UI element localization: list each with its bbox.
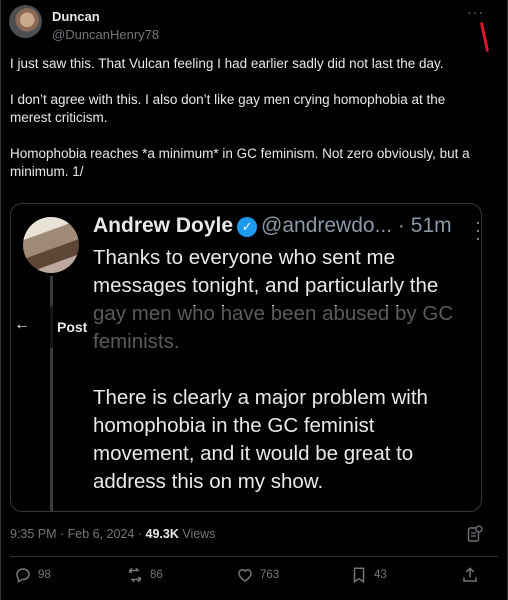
repost-button[interactable]: 86 (126, 566, 163, 584)
like-count: 763 (260, 569, 280, 581)
author-handle[interactable]: @DuncanHenry78 (52, 27, 159, 42)
quoted-paragraph: There is clearly a major problem with ho… (93, 386, 434, 493)
quoted-text: Thanks to everyone who sent me messages … (93, 244, 471, 511)
reply-button[interactable]: 98 (14, 566, 51, 584)
author-avatar[interactable] (9, 5, 42, 38)
views-label: Views (178, 527, 216, 541)
verified-icon: ✓ (237, 217, 258, 237)
post-paragraph: I just saw this. That Vulcan feeling I h… (10, 56, 444, 71)
share-icon (463, 567, 477, 582)
more-icon[interactable]: ··· (467, 4, 484, 20)
action-bar: 98 86 763 43 (0, 566, 508, 590)
embedded-screenshot[interactable]: Andrew Doyle ✓ @andrewdo... · 51m · · · Than… (10, 203, 482, 512)
quoted-time: 51m (410, 214, 452, 237)
quoted-name: Andrew Doyle (93, 214, 234, 237)
quoted-header: Andrew Doyle ✓ @andrewdo... · 51m (93, 214, 452, 238)
reply-count: 98 (38, 569, 51, 581)
views-count: 49.3K (145, 527, 179, 541)
like-icon (238, 568, 252, 582)
red-annotation-mark (479, 22, 490, 52)
post-paragraph: Homophobia reaches *a minimum* in GC fem… (10, 146, 474, 179)
post-meta: 9:35 PM · Feb 6, 2024 · 49.3K Views (10, 527, 215, 541)
back-arrow-icon: ← (14, 316, 30, 333)
repost-count: 86 (150, 569, 163, 581)
left-border (0, 0, 1, 600)
post-paragraph: I don’t agree with this. I also don’t li… (10, 92, 450, 125)
reply-icon (16, 568, 30, 584)
bookmark-icon (353, 567, 365, 584)
divider (10, 556, 498, 557)
quoted-avatar (23, 217, 79, 273)
quoted-separator: · (392, 214, 411, 237)
repost-icon (129, 567, 141, 583)
post-header-overlay: ← Post (11, 306, 481, 348)
quoted-handle: @andrewdo... (261, 214, 393, 237)
analytics-icon[interactable] (467, 525, 483, 543)
like-button[interactable]: 763 (236, 566, 279, 584)
post-timestamp[interactable]: 9:35 PM · Feb 6, 2024 · (10, 527, 146, 541)
share-button[interactable] (461, 566, 479, 584)
bookmark-button[interactable]: 43 (350, 566, 387, 584)
author-name[interactable]: Duncan (52, 9, 100, 24)
quoted-more-icon: · · · (475, 212, 481, 248)
post-header-title: Post (57, 319, 88, 335)
post-text: I just saw this. That Vulcan feeling I h… (10, 55, 490, 199)
bookmark-count: 43 (374, 569, 387, 581)
